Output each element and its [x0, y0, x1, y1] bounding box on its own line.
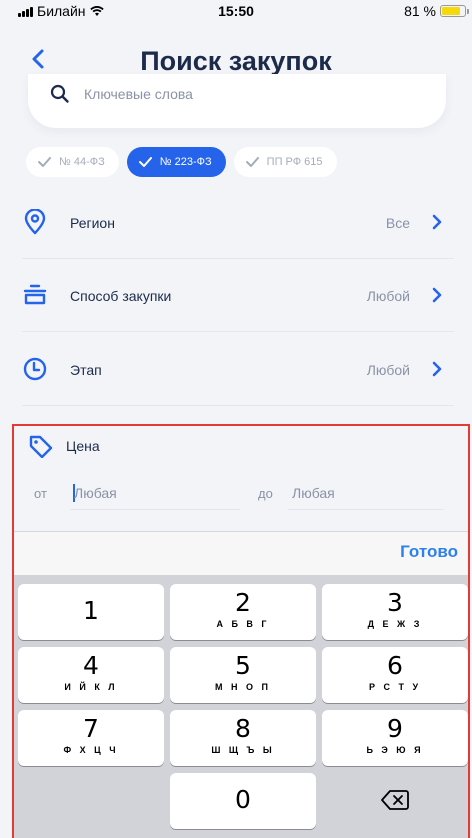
- key-number: 0: [235, 785, 251, 814]
- chip-223-fz[interactable]: № 223-ФЗ: [126, 147, 226, 177]
- key-8[interactable]: 8 Ш Щ Ъ Ы: [170, 710, 316, 766]
- key-2[interactable]: 2 А Б В Г: [170, 584, 316, 640]
- key-number: 3: [387, 588, 403, 617]
- key-letters: Ь Э Ю Я: [366, 745, 424, 755]
- chevron-right-icon: [432, 361, 442, 377]
- row-label: Способ закупки: [70, 288, 172, 304]
- key-4[interactable]: 4 И Й К Л: [18, 647, 164, 703]
- chip-pp-rf-615[interactable]: ПП РФ 615: [233, 147, 337, 177]
- key-number: 6: [387, 651, 403, 680]
- row-label: Этап: [70, 362, 102, 378]
- status-right: 81 %: [404, 3, 469, 19]
- key-6[interactable]: 6 Р С Т У: [322, 647, 468, 703]
- stack-icon: [23, 284, 47, 305]
- key-letters: И Й К Л: [64, 682, 118, 692]
- backspace-icon: [381, 790, 409, 810]
- key-0[interactable]: 0: [170, 773, 316, 829]
- key-number: 5: [235, 651, 251, 680]
- key-number: 4: [83, 651, 99, 680]
- price-tag-icon: [29, 435, 53, 458]
- key-number: 2: [235, 588, 251, 617]
- key-5[interactable]: 5 М Н О П: [170, 647, 316, 703]
- filter-row-method[interactable]: Способ закупки Любой: [22, 266, 454, 332]
- chevron-right-icon: [432, 214, 442, 230]
- chip-label: ПП РФ 615: [266, 156, 323, 168]
- chip-label: № 44-ФЗ: [59, 156, 105, 168]
- check-icon: [38, 157, 51, 167]
- filter-row-stage[interactable]: Этап Любой: [22, 340, 454, 406]
- key-number: 1: [83, 596, 99, 625]
- done-button[interactable]: Готово: [400, 542, 458, 562]
- battery-fill: [442, 7, 460, 15]
- price-from-input[interactable]: [74, 482, 234, 504]
- key-1[interactable]: 1: [18, 584, 164, 640]
- keyboard-toolbar: Готово: [14, 531, 468, 575]
- numeric-keyboard: 1 2 А Б В Г 3 Д Е Ж З 4 И Й К Л 5 М Н О …: [14, 575, 468, 838]
- key-letters: Р С Т У: [368, 682, 422, 692]
- price-to-input[interactable]: [292, 482, 452, 504]
- key-9[interactable]: 9 Ь Э Ю Я: [322, 710, 468, 766]
- price-to-label: до: [258, 486, 273, 501]
- filter-row-region[interactable]: Регион Все: [22, 193, 454, 259]
- row-value: Все: [385, 215, 410, 231]
- key-number: 9: [387, 714, 403, 743]
- price-fields: от до: [14, 478, 468, 512]
- chip-44-fz[interactable]: № 44-ФЗ: [26, 147, 119, 177]
- price-from-label: от: [34, 486, 47, 501]
- status-time: 15:50: [218, 3, 254, 19]
- key-7[interactable]: 7 Ф Х Ц Ч: [18, 710, 164, 766]
- location-pin-icon: [24, 209, 46, 235]
- battery-icon: [440, 5, 469, 17]
- row-value: Любой: [366, 288, 410, 304]
- price-label: Цена: [66, 438, 100, 454]
- key-letters: Д Е Ж З: [367, 619, 423, 629]
- price-from-field[interactable]: [70, 478, 240, 510]
- row-label: Регион: [70, 215, 115, 231]
- delete-key[interactable]: [322, 773, 468, 829]
- chip-label: № 223-ФЗ: [159, 156, 212, 168]
- price-section-highlight: Цена от до Готово 1 2 А Б В Г 3 Д Е Ж З …: [12, 424, 470, 838]
- battery-percent: 81 %: [404, 3, 436, 19]
- check-icon: [245, 157, 259, 167]
- chevron-right-icon: [432, 287, 442, 303]
- price-to-field[interactable]: [288, 478, 452, 510]
- search-icon: [50, 84, 69, 103]
- key-letters: М Н О П: [215, 682, 271, 692]
- key-3[interactable]: 3 Д Е Ж З: [322, 584, 468, 640]
- clock-icon: [23, 357, 47, 381]
- key-letters: Ф Х Ц Ч: [63, 745, 119, 755]
- key-blank: [18, 773, 164, 829]
- key-letters: Ш Щ Ъ Ы: [211, 745, 275, 755]
- status-bar: Билайн 15:50 81 %: [0, 0, 472, 22]
- check-icon: [138, 157, 152, 167]
- key-number: 7: [83, 714, 99, 743]
- law-chips: № 44-ФЗ № 223-ФЗ ПП РФ 615: [26, 147, 337, 177]
- price-header: Цена: [28, 434, 100, 458]
- key-letters: А Б В Г: [216, 619, 270, 629]
- search-input[interactable]: [84, 84, 404, 104]
- row-value: Любой: [366, 362, 410, 378]
- page-title: Поиск закупок: [140, 46, 332, 76]
- key-number: 8: [235, 714, 251, 743]
- search-box[interactable]: [28, 74, 446, 128]
- battery-cap: [467, 9, 469, 14]
